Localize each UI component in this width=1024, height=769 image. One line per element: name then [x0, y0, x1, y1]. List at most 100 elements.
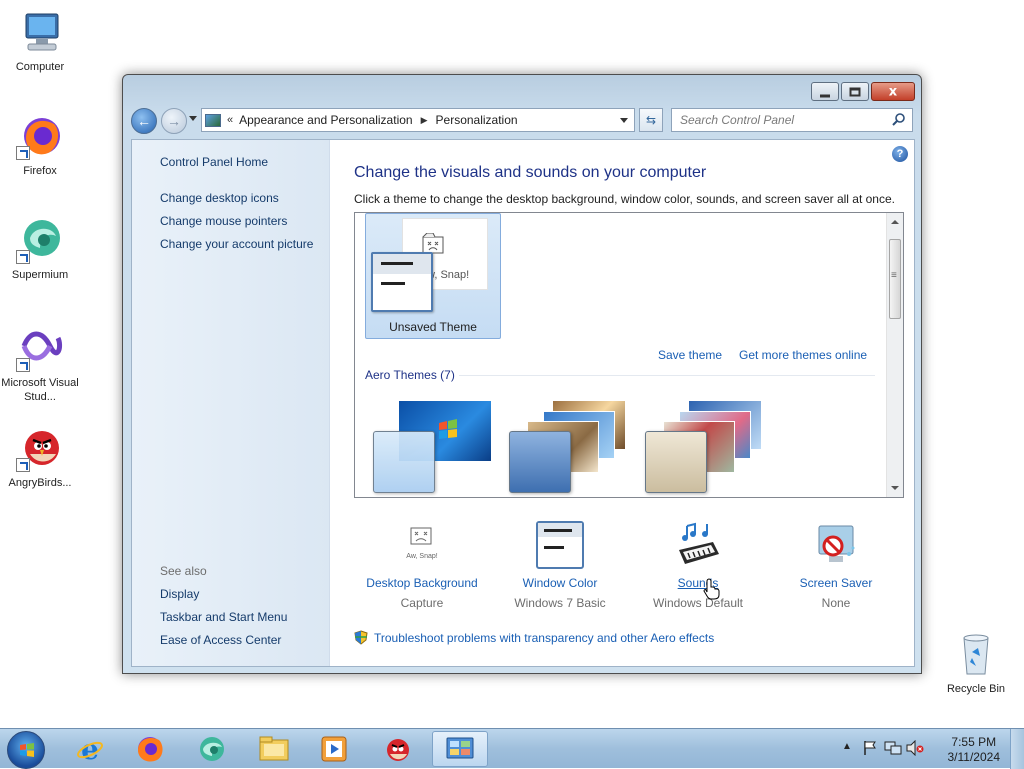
svg-text:e: e — [81, 734, 99, 764]
shortcut-arrow-icon — [16, 250, 30, 264]
sounds-value: Windows Default — [652, 596, 744, 610]
troubleshoot-link[interactable]: Troubleshoot problems with transparency … — [374, 631, 714, 645]
help-button[interactable]: ? — [892, 146, 908, 162]
screen-saver-value: None — [821, 596, 851, 610]
page-description: Click a theme to change the desktop back… — [354, 192, 895, 206]
breadcrumb-personalization[interactable]: Personalization — [436, 113, 518, 127]
desktop-icon-computer[interactable]: Computer — [0, 8, 80, 74]
unsaved-theme-tile[interactable]: w, Snap! Unsaved Theme — [365, 213, 501, 339]
save-theme-link[interactable]: Save theme — [658, 348, 722, 362]
clock[interactable]: 7:55 PM 3/11/2024 — [948, 735, 1001, 765]
get-more-themes-link[interactable]: Get more themes online — [739, 348, 867, 362]
control-panel-home-link[interactable]: Control Panel Home — [160, 155, 268, 169]
sounds-setting[interactable]: Sounds Windows Default — [630, 520, 766, 610]
visual-studio-icon — [16, 324, 64, 372]
close-button[interactable]: x — [871, 82, 915, 101]
search-icon[interactable] — [892, 112, 906, 126]
start-button[interactable] — [7, 731, 45, 769]
search-input[interactable]: Search Control Panel — [671, 108, 913, 132]
action-center-flag-icon[interactable] — [862, 740, 878, 756]
taskbar-start-menu-link[interactable]: Taskbar and Start Menu — [160, 610, 287, 624]
show-desktop-button[interactable] — [1010, 729, 1024, 769]
forward-button[interactable]: → — [161, 108, 187, 134]
aero-theme-windows7[interactable] — [369, 401, 505, 493]
maximize-icon — [849, 87, 861, 96]
desktop-icon-visual-studio[interactable]: Microsoft Visual Stud... — [0, 324, 80, 404]
minimize-button[interactable] — [811, 82, 839, 101]
window-content: Control Panel Home Change desktop icons … — [131, 139, 915, 667]
back-button[interactable]: ← — [131, 108, 157, 134]
theme-color-swatch — [645, 431, 707, 493]
media-player-icon — [321, 736, 347, 762]
desktop-icon-angry-birds[interactable]: AngryBirds... — [0, 424, 80, 490]
screen-saver-link[interactable]: Screen Saver — [768, 576, 904, 590]
maximize-button[interactable] — [841, 82, 869, 101]
troubleshoot-row[interactable]: Troubleshoot problems with transparency … — [354, 630, 714, 645]
change-mouse-pointers-link[interactable]: Change mouse pointers — [160, 214, 287, 228]
shortcut-arrow-icon — [16, 146, 30, 160]
aero-theme-architecture[interactable] — [505, 401, 641, 493]
address-overflow[interactable]: « — [227, 114, 233, 126]
desktop-icon-firefox[interactable]: Firefox — [0, 112, 80, 178]
recent-pages-dropdown[interactable] — [189, 116, 197, 121]
aero-theme-flowers[interactable] — [641, 401, 777, 493]
address-dropdown[interactable] — [620, 117, 628, 123]
theme-list-scrollbar[interactable] — [886, 213, 903, 497]
window-color-value: Windows 7 Basic — [514, 596, 606, 610]
desktop-icon-label: AngryBirds... — [8, 477, 72, 489]
desktop-background-setting[interactable]: Aw, Snap! Desktop Background Capture — [354, 520, 490, 610]
change-desktop-icons-link[interactable]: Change desktop icons — [160, 191, 279, 205]
clock-time: 7:55 PM — [951, 735, 997, 749]
close-icon: x — [888, 84, 898, 99]
firefox-icon — [138, 737, 163, 762]
window-color-setting[interactable]: Window Color Windows 7 Basic — [492, 520, 628, 610]
aero-themes-label: Aero Themes (7) — [365, 368, 455, 382]
show-hidden-icons-icon[interactable]: ▲ — [842, 741, 852, 752]
taskbar-control-panel[interactable] — [432, 731, 488, 767]
clock-date: 3/11/2024 — [947, 750, 1001, 764]
scroll-up-icon[interactable] — [891, 220, 899, 224]
angry-birds-icon — [16, 424, 64, 472]
desktop-icon-label: Microsoft Visual Stud... — [1, 377, 79, 403]
desktop-icon-label: Recycle Bin — [946, 683, 1006, 695]
taskbar-internet-explorer[interactable]: e — [62, 731, 118, 767]
scroll-down-icon[interactable] — [891, 486, 899, 490]
window-color-icon — [535, 520, 585, 570]
personalization-window: x ← → « Appearance and Personalization ▶… — [122, 74, 922, 674]
recycle-bin-icon — [952, 630, 1000, 678]
back-arrow-icon: ← — [137, 113, 151, 129]
supermium-icon — [16, 216, 64, 264]
taskbar-angry-birds[interactable] — [370, 731, 426, 767]
network-icon[interactable] — [884, 740, 902, 756]
taskbar-supermium[interactable] — [184, 731, 240, 767]
refresh-icon: ⇆ — [645, 113, 657, 127]
theme-color-swatch — [373, 431, 435, 493]
taskbar-file-explorer[interactable] — [246, 731, 302, 767]
window-color-link[interactable]: Window Color — [492, 576, 628, 590]
sounds-link[interactable]: Sounds — [630, 576, 766, 590]
taskbar-media-player[interactable] — [306, 731, 362, 767]
unsaved-theme-label: Unsaved Theme — [389, 320, 477, 334]
help-icon: ? — [896, 148, 904, 160]
change-account-picture-link[interactable]: Change your account picture — [160, 237, 313, 251]
sounds-icon — [673, 520, 723, 570]
desktop-icon-supermium[interactable]: Supermium — [0, 216, 80, 282]
display-link[interactable]: Display — [160, 587, 199, 601]
address-bar[interactable]: « Appearance and Personalization ▶ Perso… — [201, 108, 635, 132]
taskbar-firefox[interactable] — [122, 731, 178, 767]
scroll-thumb[interactable] — [889, 239, 901, 319]
control-panel-icon — [205, 113, 221, 127]
page-title: Change the visuals and sounds on your co… — [354, 164, 707, 181]
desktop-icon-recycle-bin[interactable]: Recycle Bin — [936, 630, 1016, 696]
refresh-button[interactable]: ⇆ — [639, 108, 663, 132]
volume-muted-icon[interactable] — [906, 740, 924, 756]
breadcrumb-appearance[interactable]: Appearance and Personalization — [239, 113, 412, 127]
desktop-background-link[interactable]: Desktop Background — [354, 576, 490, 590]
ease-of-access-link[interactable]: Ease of Access Center — [160, 633, 281, 647]
screen-saver-setting[interactable]: Screen Saver None — [768, 520, 904, 610]
forward-arrow-icon: → — [167, 113, 181, 129]
taskbar: e ▲ 7:55 PM 3/11/2024 — [0, 728, 1024, 769]
supermium-icon — [200, 737, 224, 761]
desktop-icon-label: Firefox — [23, 165, 57, 177]
breadcrumb-arrow-icon[interactable]: ▶ — [421, 115, 428, 126]
